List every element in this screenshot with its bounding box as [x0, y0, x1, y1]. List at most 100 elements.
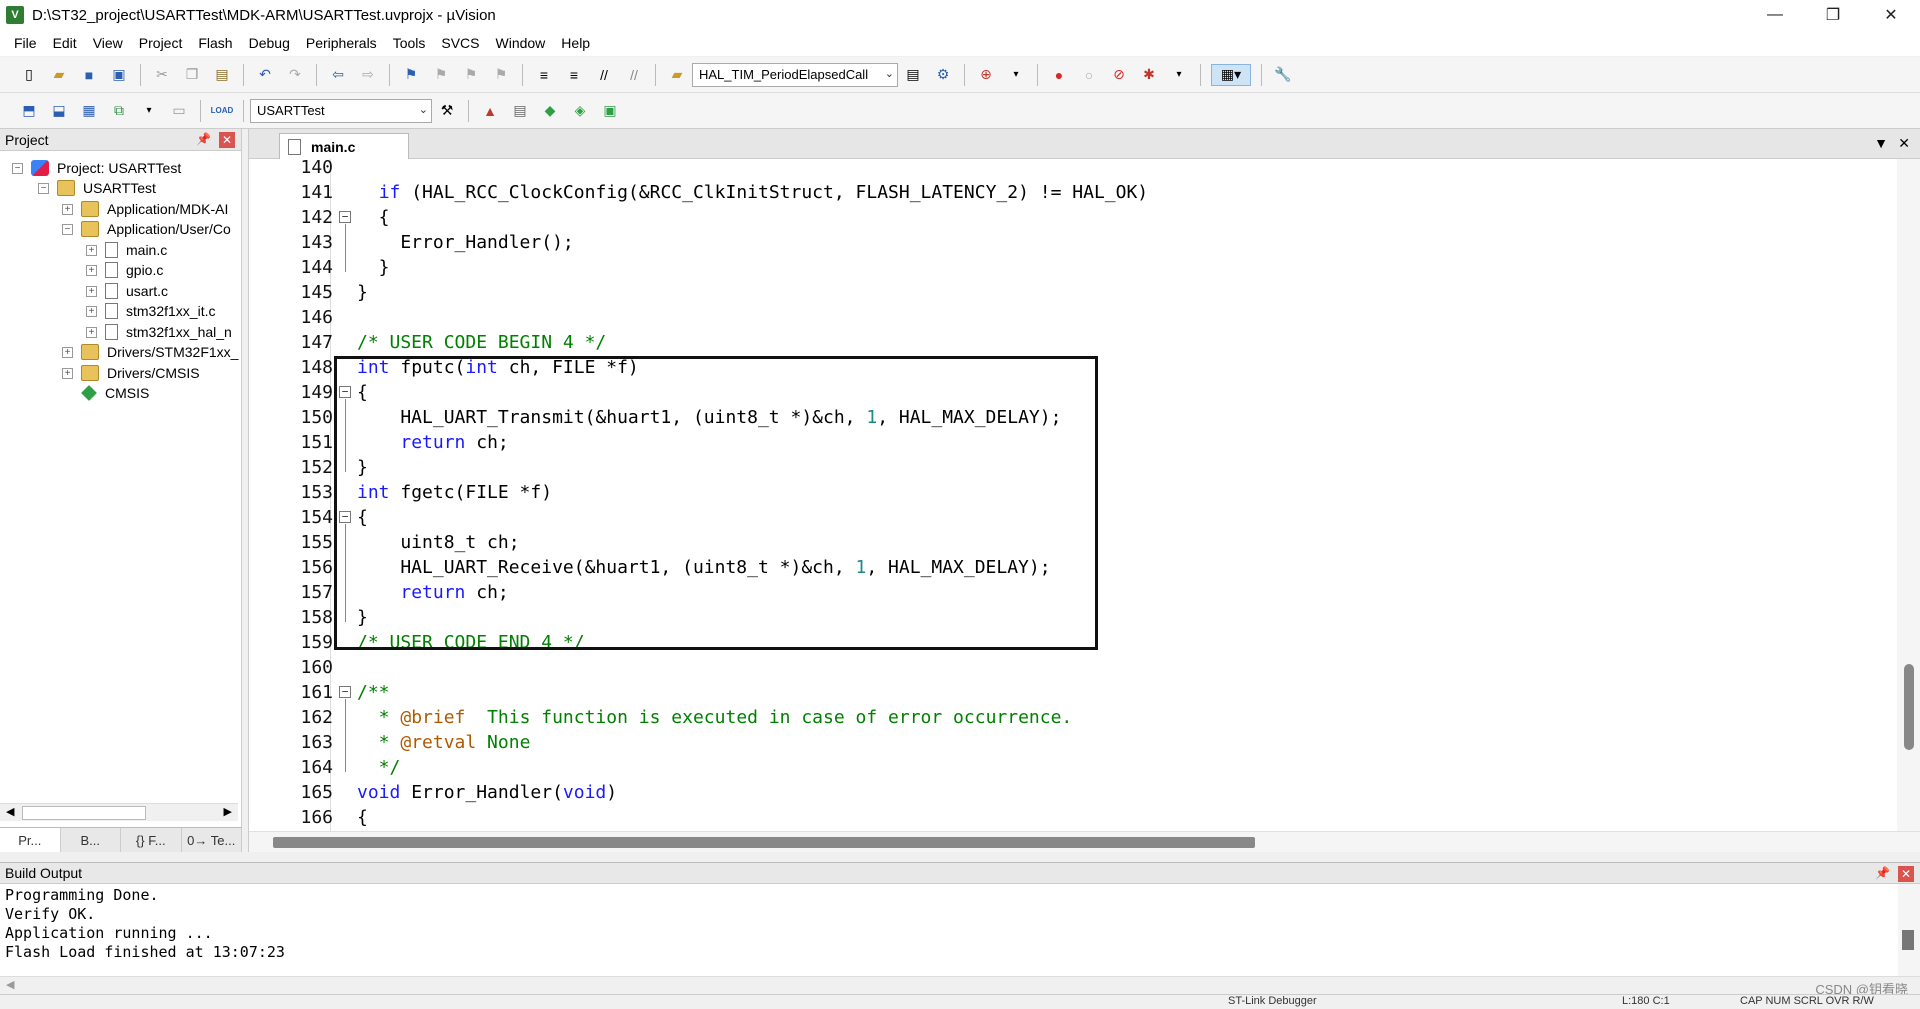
cut-icon[interactable]: ✂ — [151, 64, 173, 86]
menu-view[interactable]: View — [85, 35, 131, 51]
select-packs-icon[interactable]: ◈ — [569, 100, 591, 122]
tree-file[interactable]: + main.c — [86, 239, 167, 261]
scrollbar-thumb[interactable] — [273, 837, 1255, 848]
tree-file[interactable]: + stm32f1xx_it.c — [86, 300, 215, 322]
tab-functions[interactable]: {} F... — [121, 828, 182, 852]
close-tab-icon[interactable]: ✕ — [1898, 135, 1910, 152]
kill-all-breakpoints-icon[interactable]: ✱ — [1138, 64, 1160, 86]
code-line[interactable]: 147 /* USER CODE BEGIN 4 */ — [249, 330, 1897, 355]
code-line[interactable]: 143 Error_Handler(); — [249, 230, 1897, 255]
menu-help[interactable]: Help — [553, 35, 598, 51]
code-line[interactable]: 160 — [249, 655, 1897, 680]
uncomment-icon[interactable]: // — [623, 64, 645, 86]
bookmark-icon[interactable]: ⚑ — [400, 64, 422, 86]
fold-toggle-icon[interactable]: − — [339, 686, 351, 698]
tree-group[interactable]: + Drivers/STM32F1xx_ — [62, 341, 238, 363]
new-file-icon[interactable]: ▯ — [18, 64, 40, 86]
code-line[interactable]: 141 if (HAL_RCC_ClockConfig(&RCC_ClkInit… — [249, 180, 1897, 205]
scrollbar-thumb[interactable] — [1904, 664, 1914, 750]
collapse-icon[interactable]: − — [38, 182, 49, 194]
tree-component[interactable]: CMSIS — [81, 382, 149, 404]
expand-icon[interactable]: + — [86, 326, 97, 338]
batch-build-icon[interactable]: ⧉ — [108, 100, 130, 122]
minimize-button[interactable]: — — [1746, 0, 1804, 30]
dropdown-icon[interactable]: ▾ — [1005, 64, 1027, 86]
menu-peripherals[interactable]: Peripherals — [298, 35, 385, 51]
tree-group[interactable]: + Drivers/CMSIS — [62, 362, 200, 384]
save-icon[interactable]: ■ — [78, 64, 100, 86]
menu-file[interactable]: File — [6, 35, 45, 51]
code-line[interactable]: 144 } — [249, 255, 1897, 280]
menu-window[interactable]: Window — [488, 35, 554, 51]
load-download-icon[interactable]: LOAD — [211, 100, 234, 122]
find-icon[interactable]: ▤ — [902, 64, 924, 86]
target-combo[interactable]: USARTTest ⌄ — [250, 98, 432, 123]
code-line[interactable]: 140 — [249, 159, 1897, 180]
collapse-icon[interactable]: − — [62, 223, 73, 235]
paste-icon[interactable]: ▤ — [211, 64, 233, 86]
code-line[interactable]: 146 — [249, 305, 1897, 330]
close-icon[interactable]: ✕ — [219, 132, 235, 148]
expand-icon[interactable]: + — [86, 244, 97, 256]
fold-toggle-icon[interactable]: − — [339, 211, 351, 223]
scrollbar-thumb[interactable] — [22, 806, 146, 820]
tree-group[interactable]: − Application/User/Co — [62, 218, 231, 240]
find-in-files-icon[interactable]: ▰ — [666, 64, 688, 86]
close-icon[interactable]: ✕ — [1898, 866, 1914, 882]
build-horizontal-scrollbar[interactable]: ◀ — [0, 976, 1920, 994]
tree-file[interactable]: + gpio.c — [86, 259, 163, 281]
menu-tools[interactable]: Tools — [385, 35, 434, 51]
stop-build-icon[interactable]: ▭ — [168, 100, 190, 122]
code-line[interactable]: 165 void Error_Handler(void) — [249, 780, 1897, 805]
tree-file[interactable]: + usart.c — [86, 280, 168, 302]
tab-list-dropdown-icon[interactable]: ▼ — [1874, 135, 1888, 151]
indent-icon[interactable]: ≡ — [533, 64, 555, 86]
code-line[interactable]: 162 * @brief This function is executed i… — [249, 705, 1897, 730]
debug-session-icon[interactable]: ⊕ — [975, 64, 997, 86]
breakpoint-icon[interactable]: ● — [1048, 64, 1070, 86]
target-options-icon[interactable]: ⚒ — [436, 100, 458, 122]
prev-bookmark-icon[interactable]: ⚑ — [430, 64, 452, 86]
comment-icon[interactable]: // — [593, 64, 615, 86]
copy-icon[interactable]: ❐ — [181, 64, 203, 86]
collapse-icon[interactable]: − — [12, 162, 23, 174]
unindent-icon[interactable]: ≡ — [563, 64, 585, 86]
project-horizontal-scrollbar[interactable]: ◀ ▶ — [0, 803, 238, 821]
tab-books[interactable]: B... — [61, 828, 121, 852]
menu-debug[interactable]: Debug — [241, 35, 298, 51]
code-line[interactable]: 161−/** — [249, 680, 1897, 705]
incremental-find-icon[interactable]: ⚙ — [932, 64, 954, 86]
code-line[interactable]: 164 */ — [249, 755, 1897, 780]
build-vertical-scrollbar[interactable] — [1898, 884, 1920, 976]
disable-breakpoint-icon[interactable]: ○ — [1078, 64, 1100, 86]
disable-all-breakpoints-icon[interactable]: ⊘ — [1108, 64, 1130, 86]
manage-run-time-env-icon[interactable]: ◆ — [539, 100, 561, 122]
expand-icon[interactable]: + — [62, 203, 73, 215]
dropdown-icon[interactable]: ▾ — [1168, 64, 1190, 86]
menu-svcs[interactable]: SVCS — [433, 35, 487, 51]
navigate-back-icon[interactable]: ⇦ — [327, 64, 349, 86]
navigate-forward-icon[interactable]: ⇨ — [357, 64, 379, 86]
scroll-left-icon[interactable]: ◀ — [6, 978, 14, 991]
pin-icon[interactable]: 📌 — [1875, 866, 1890, 880]
expand-icon[interactable]: + — [86, 305, 97, 317]
open-folder-icon[interactable]: ▰ — [48, 64, 70, 86]
menu-flash[interactable]: Flash — [190, 35, 240, 51]
redo-icon[interactable]: ↷ — [284, 64, 306, 86]
manage-multi-project-icon[interactable]: ▤ — [509, 100, 531, 122]
dropdown-icon[interactable]: ▾ — [138, 100, 160, 122]
close-button[interactable]: ✕ — [1862, 0, 1920, 30]
pin-icon[interactable]: 📌 — [196, 132, 211, 146]
editor-vertical-scrollbar[interactable] — [1897, 159, 1920, 831]
scroll-left-icon[interactable]: ◀ — [6, 805, 14, 818]
next-bookmark-icon[interactable]: ⚑ — [460, 64, 482, 86]
manage-project-items-icon[interactable]: ▲ — [479, 100, 501, 122]
expand-icon[interactable]: + — [62, 367, 73, 379]
tree-file[interactable]: + stm32f1xx_hal_n — [86, 321, 232, 343]
build-icon[interactable]: ⬓ — [48, 100, 70, 122]
pack-installer-icon[interactable]: ▣ — [599, 100, 621, 122]
tree-group[interactable]: + Application/MDK-AI — [62, 198, 228, 220]
rebuild-icon[interactable]: ▦ — [78, 100, 100, 122]
menu-project[interactable]: Project — [131, 35, 191, 51]
expand-icon[interactable]: + — [86, 264, 97, 276]
